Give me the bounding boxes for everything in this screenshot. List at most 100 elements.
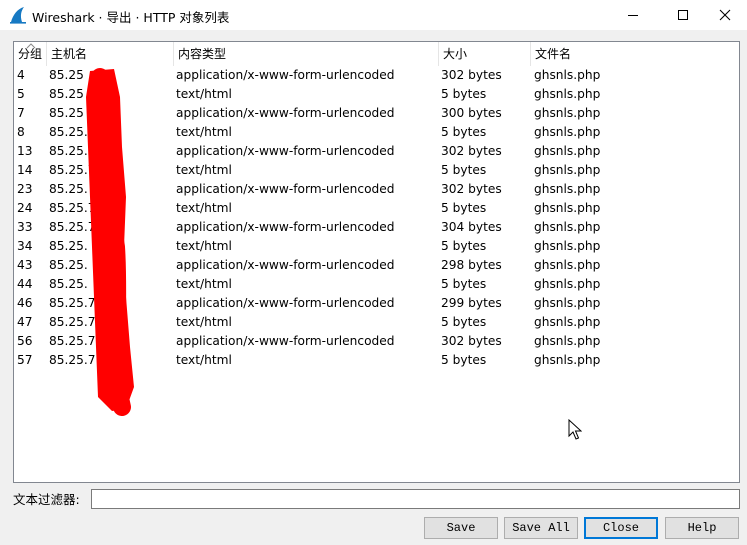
- maximize-icon: [678, 10, 688, 20]
- cell-packet-number: 14: [17, 163, 33, 177]
- cell-hostname: 85.25.7: [49, 334, 96, 348]
- cell-packet-number: 23: [17, 182, 33, 196]
- cell-content-type: text/html: [176, 201, 232, 215]
- cell-packet-number: 24: [17, 201, 33, 215]
- cell-hostname: 85.25.: [49, 239, 88, 253]
- cell-size: 5 bytes: [441, 239, 487, 253]
- table-row[interactable]: 14 85.25.7 text/html 5 bytes ghsnls.php: [14, 161, 739, 180]
- cell-filename: ghsnls.php: [534, 334, 601, 348]
- cell-hostname: 85.25.7: [49, 296, 96, 310]
- cell-content-type: application/x-www-form-urlencoded: [176, 220, 395, 234]
- table-row[interactable]: 33 85.25.7 application/x-www-form-urlencod…: [14, 218, 739, 237]
- cell-packet-number: 4: [17, 68, 25, 82]
- column-header-content-type[interactable]: 内容类型: [174, 42, 439, 66]
- cell-size: 304 bytes: [441, 220, 502, 234]
- table-row[interactable]: 46 85.25.7 application/x-www-form-urlencod…: [14, 294, 739, 313]
- cell-packet-number: 47: [17, 315, 33, 329]
- cell-hostname: 85.25.7: [49, 315, 96, 329]
- column-header-host[interactable]: 主机名: [47, 42, 174, 66]
- cell-hostname: 85.25: [49, 87, 84, 101]
- close-window-button[interactable]: [702, 0, 747, 30]
- cell-content-type: application/x-www-form-urlencoded: [176, 334, 395, 348]
- cell-filename: ghsnls.php: [534, 163, 601, 177]
- save-all-button[interactable]: Save All: [504, 517, 578, 539]
- column-header-packet[interactable]: 分组: [14, 42, 47, 66]
- table-row[interactable]: 7 85.25 application/x-www-form-urlencoded 3…: [14, 104, 739, 123]
- cell-size: 5 bytes: [441, 163, 487, 177]
- table-row[interactable]: 34 85.25. text/html 5 bytes ghsnls.php: [14, 237, 739, 256]
- table-row[interactable]: 23 85.25. application/x-www-form-urlencode…: [14, 180, 739, 199]
- table-row[interactable]: 24 85.25.7 text/html 5 bytes ghsnls.php: [14, 199, 739, 218]
- cell-content-type: application/x-www-form-urlencoded: [176, 296, 395, 310]
- cell-content-type: text/html: [176, 125, 232, 139]
- cell-packet-number: 44: [17, 277, 33, 291]
- cell-content-type: text/html: [176, 87, 232, 101]
- save-button[interactable]: Save: [424, 517, 498, 539]
- cell-content-type: text/html: [176, 277, 232, 291]
- cell-size: 5 bytes: [441, 353, 487, 367]
- cell-hostname: 85.25.: [49, 182, 88, 196]
- column-label: 主机名: [51, 47, 88, 61]
- cell-hostname: 85.25: [49, 68, 84, 82]
- cell-size: 5 bytes: [441, 201, 487, 215]
- cell-packet-number: 46: [17, 296, 33, 310]
- cell-packet-number: 13: [17, 144, 33, 158]
- window-title: Wireshark · 导出 · HTTP 对象列表: [32, 10, 230, 25]
- mouse-pointer-icon: [568, 419, 582, 440]
- close-button[interactable]: Close: [584, 517, 658, 539]
- close-icon: [719, 9, 731, 21]
- cell-filename: ghsnls.php: [534, 353, 601, 367]
- table-row[interactable]: 43 85.25. application/x-www-form-urlencode…: [14, 256, 739, 275]
- sort-ascending-icon: [26, 43, 36, 49]
- column-header-size[interactable]: 大小: [439, 42, 531, 66]
- column-label: 大小: [443, 47, 468, 61]
- cell-content-type: text/html: [176, 239, 232, 253]
- cell-hostname: 85.25: [49, 106, 84, 120]
- cell-filename: ghsnls.php: [534, 144, 601, 158]
- cell-content-type: text/html: [176, 353, 232, 367]
- table-row[interactable]: 5 85.25 text/html 5 bytes ghsnls.php: [14, 85, 739, 104]
- cell-size: 302 bytes: [441, 144, 502, 158]
- table-row[interactable]: 56 85.25.7 application/x-www-form-urlencod…: [14, 332, 739, 351]
- cell-packet-number: 34: [17, 239, 33, 253]
- cell-content-type: application/x-www-form-urlencoded: [176, 258, 395, 272]
- cell-packet-number: 8: [17, 125, 25, 139]
- cell-packet-number: 33: [17, 220, 33, 234]
- table-row[interactable]: 57 85.25.7 text/html 5 bytes ghsnls.php: [14, 351, 739, 370]
- text-filter-input[interactable]: [91, 489, 740, 509]
- cell-packet-number: 56: [17, 334, 33, 348]
- cell-size: 299 bytes: [441, 296, 502, 310]
- cell-size: 302 bytes: [441, 182, 502, 196]
- table-row[interactable]: 8 85.25.7 text/html 5 bytes ghsnls.php: [14, 123, 739, 142]
- cell-packet-number: 57: [17, 353, 33, 367]
- cell-hostname: 85.25.7: [49, 220, 96, 234]
- cell-size: 300 bytes: [441, 106, 502, 120]
- cell-size: 5 bytes: [441, 315, 487, 329]
- help-button[interactable]: Help: [665, 517, 739, 539]
- table-row[interactable]: 13 85.25.7 application/x-www-form-urlencod…: [14, 142, 739, 161]
- cell-content-type: application/x-www-form-urlencoded: [176, 106, 395, 120]
- cell-hostname: 85.25.: [49, 258, 88, 272]
- cell-content-type: application/x-www-form-urlencoded: [176, 144, 395, 158]
- cell-hostname: 85.25.7: [49, 163, 96, 177]
- maximize-button[interactable]: [660, 0, 706, 30]
- table-body: 4 85.25 application/x-www-form-urlencoded 3…: [14, 66, 739, 370]
- table-row[interactable]: 44 85.25. text/html 5 bytes ghsnls.php: [14, 275, 739, 294]
- cell-filename: ghsnls.php: [534, 87, 601, 101]
- cell-filename: ghsnls.php: [534, 315, 601, 329]
- cell-filename: ghsnls.php: [534, 277, 601, 291]
- cell-filename: ghsnls.php: [534, 182, 601, 196]
- cell-packet-number: 7: [17, 106, 25, 120]
- minimize-button[interactable]: [610, 0, 656, 30]
- table-row[interactable]: 47 85.25.7 text/html 5 bytes ghsnls.php: [14, 313, 739, 332]
- table-row[interactable]: 4 85.25 application/x-www-form-urlencoded 3…: [14, 66, 739, 85]
- cell-hostname: 85.25.7: [49, 201, 96, 215]
- cell-content-type: application/x-www-form-urlencoded: [176, 182, 395, 196]
- cell-filename: ghsnls.php: [534, 258, 601, 272]
- cell-hostname: 85.25.7: [49, 125, 96, 139]
- column-header-filename[interactable]: 文件名: [531, 42, 739, 66]
- cell-filename: ghsnls.php: [534, 239, 601, 253]
- column-label: 文件名: [535, 47, 572, 61]
- minimize-icon: [628, 15, 638, 16]
- http-object-table[interactable]: 分组 主机名 内容类型 大小 文件名 4 85.25 application/x-w…: [13, 41, 740, 483]
